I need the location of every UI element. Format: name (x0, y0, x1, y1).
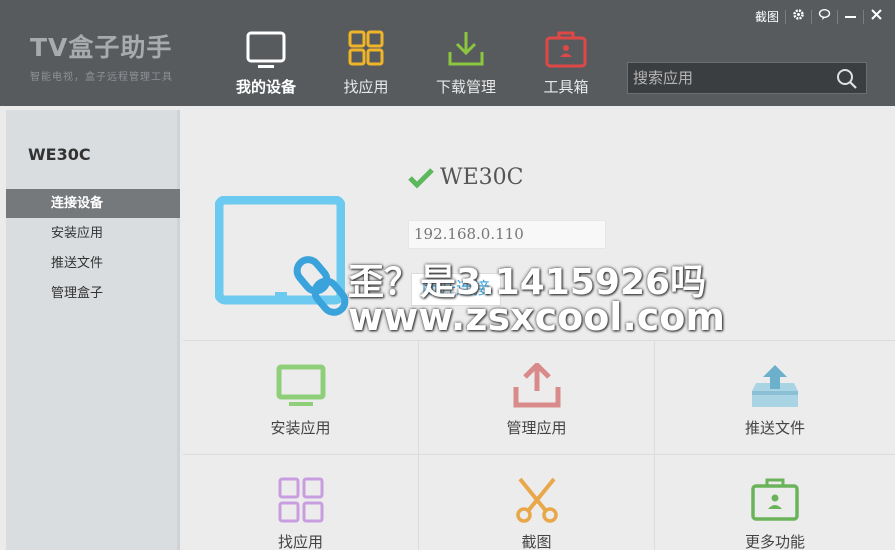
feedback-button[interactable] (812, 7, 837, 27)
sidebar-item-manage-box[interactable]: 管理盒子 (6, 279, 180, 308)
nav-label: 找应用 (343, 78, 389, 96)
device-name: WE30C (440, 165, 524, 190)
logo-subtitle: 智能电视，盒子远程管理工具 (30, 72, 173, 83)
sidebar-item-connect-device[interactable]: 连接设备 (6, 189, 180, 218)
search-icon[interactable] (836, 68, 858, 90)
check-icon (408, 167, 434, 189)
tile-push-files[interactable]: 推送文件 (655, 341, 895, 455)
screenshot-button[interactable]: 截图 (749, 7, 785, 27)
inbox-upload-icon (752, 365, 798, 407)
sidebar-item-install-apps[interactable]: 安装应用 (6, 219, 180, 248)
grid-icon (348, 30, 384, 66)
nav-label: 我的设备 (235, 78, 296, 96)
disconnect-button[interactable]: 断开连接 (411, 273, 501, 306)
search-box (627, 62, 867, 94)
nav-find-apps[interactable]: 找应用 (326, 30, 406, 97)
minimize-button[interactable] (838, 7, 863, 27)
header-bar: TV盒子助手 智能电视，盒子远程管理工具 我的设备 找应用 下载管理 工具箱 截… (0, 0, 895, 106)
tile-more-features[interactable]: 更多功能 (655, 455, 895, 550)
tile-screenshot[interactable]: 截图 (419, 455, 655, 550)
toolbox-icon (545, 31, 587, 68)
search-input[interactable] (628, 63, 828, 93)
close-icon (871, 9, 882, 20)
feature-tiles: 安装应用 管理应用 推送文件 找应用 截图 更多功能 (183, 340, 895, 550)
sidebar-item-push-files[interactable]: 推送文件 (6, 249, 180, 278)
sidebar: WE30C 连接设备 安装应用 推送文件 管理盒子 (6, 110, 180, 550)
device-status: WE30C (408, 165, 524, 190)
chat-icon (818, 9, 831, 20)
tile-label: 安装应用 (270, 419, 331, 437)
nav-toolbox[interactable]: 工具箱 (526, 30, 606, 97)
nav-label: 工具箱 (543, 78, 589, 96)
nav-label: 下载管理 (435, 78, 496, 96)
tile-label: 截图 (521, 533, 552, 550)
tile-install-apps[interactable]: 安装应用 (183, 341, 419, 455)
minimize-icon (845, 16, 856, 18)
settings-button[interactable] (786, 7, 811, 27)
upload-icon (513, 363, 560, 408)
nav-download-manager[interactable]: 下载管理 (426, 30, 506, 97)
download-icon (448, 32, 484, 66)
tv-device-icon (215, 196, 345, 305)
main-panel: WE30C 192.168.0.110 断开连接 安装应用 管理应用 推送文件 … (183, 110, 895, 550)
nav-my-devices[interactable]: 我的设备 (226, 30, 306, 97)
window-controls: 截图 (749, 6, 889, 28)
tile-find-apps[interactable]: 找应用 (183, 455, 419, 550)
logo-title: TV盒子助手 (30, 33, 173, 62)
tv-icon (246, 31, 286, 68)
gear-icon (793, 9, 804, 20)
tile-manage-apps[interactable]: 管理应用 (419, 341, 655, 455)
close-button[interactable] (864, 7, 889, 27)
grid-icon (278, 477, 323, 523)
monitor-icon (276, 364, 325, 406)
sidebar-device-name: WE30C (28, 145, 91, 164)
app-logo: TV盒子助手 智能电视，盒子远程管理工具 (30, 28, 173, 83)
app-window: TV盒子助手 智能电视，盒子远程管理工具 我的设备 找应用 下载管理 工具箱 截… (0, 0, 895, 550)
device-ip: 192.168.0.110 (408, 220, 606, 249)
tile-label: 找应用 (277, 533, 323, 550)
tile-label: 管理应用 (506, 419, 567, 437)
tile-label: 推送文件 (744, 419, 805, 437)
toolbox-icon (751, 478, 799, 521)
tile-label: 更多功能 (744, 533, 805, 550)
scissors-icon (515, 477, 558, 523)
